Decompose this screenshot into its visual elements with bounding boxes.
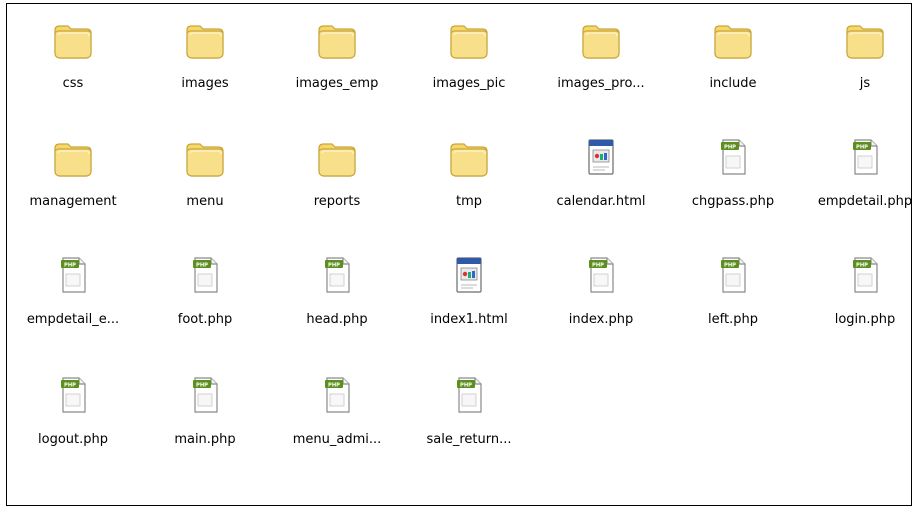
file-name-label: images <box>181 76 229 91</box>
file-name-label: chgpass.php <box>691 194 775 209</box>
file-item[interactable]: images <box>139 4 271 100</box>
php-file-icon: PHP <box>49 372 97 420</box>
file-name-label: login.php <box>834 312 896 327</box>
file-item[interactable]: PHP empdetail.php <box>799 122 912 218</box>
file-item[interactable]: PHP chgpass.php <box>667 122 799 218</box>
file-item[interactable]: images_pro... <box>535 4 667 100</box>
php-file-icon: PHP <box>709 134 757 182</box>
folder-icon <box>181 134 229 182</box>
file-name-label: images_pic <box>432 76 506 91</box>
php-file-icon: PHP <box>313 252 361 300</box>
folder-icon <box>709 16 757 64</box>
file-name-label: empdetail.php <box>817 194 912 209</box>
html-file-icon <box>577 134 625 182</box>
file-name-label: calendar.html <box>556 194 646 209</box>
file-item[interactable]: PHP head.php <box>271 240 403 336</box>
svg-text:PHP: PHP <box>724 262 736 268</box>
file-item[interactable]: js <box>799 4 911 100</box>
file-name-label: head.php <box>306 312 368 327</box>
file-name-label: menu <box>186 194 224 209</box>
file-name-label: images_pro... <box>557 76 645 91</box>
file-name-label: main.php <box>174 432 236 447</box>
file-item[interactable]: PHP main.php <box>139 360 271 456</box>
file-item[interactable]: index1.html <box>403 240 535 336</box>
svg-text:PHP: PHP <box>856 262 868 268</box>
file-name-label: foot.php <box>177 312 233 327</box>
file-name-label: index1.html <box>430 312 508 327</box>
php-file-icon: PHP <box>445 372 493 420</box>
svg-text:PHP: PHP <box>196 262 208 268</box>
php-file-icon: PHP <box>49 252 97 300</box>
file-name-label: management <box>29 194 117 209</box>
html-file-icon <box>445 252 493 300</box>
svg-text:PHP: PHP <box>64 382 76 388</box>
file-item[interactable]: PHP empdetail_e... <box>7 240 139 336</box>
file-name-label: css <box>62 76 84 91</box>
svg-text:PHP: PHP <box>460 382 472 388</box>
php-file-icon: PHP <box>181 372 229 420</box>
file-name-label: sale_return... <box>426 432 512 447</box>
file-browser-window: css images images_emp images_pic images_… <box>6 3 912 506</box>
php-file-icon: PHP <box>577 252 625 300</box>
svg-text:PHP: PHP <box>592 262 604 268</box>
file-item[interactable]: management <box>7 122 139 218</box>
svg-text:PHP: PHP <box>328 262 340 268</box>
php-file-icon: PHP <box>313 372 361 420</box>
file-item[interactable]: images_emp <box>271 4 403 100</box>
file-name-label: index.php <box>568 312 634 327</box>
php-file-icon: PHP <box>841 252 889 300</box>
file-item[interactable]: calendar.html <box>535 122 667 218</box>
php-file-icon: PHP <box>181 252 229 300</box>
file-name-label: include <box>709 76 757 91</box>
folder-icon <box>445 16 493 64</box>
file-name-label: left.php <box>708 312 758 327</box>
file-item[interactable]: include <box>667 4 799 100</box>
file-name-label: images_emp <box>295 76 379 91</box>
file-item[interactable]: menu <box>139 122 271 218</box>
file-name-label: menu_admi... <box>292 432 382 447</box>
folder-icon <box>841 16 889 64</box>
folder-icon <box>313 134 361 182</box>
file-item[interactable]: images_pic <box>403 4 535 100</box>
svg-text:PHP: PHP <box>64 262 76 268</box>
file-item[interactable]: PHP left.php <box>667 240 799 336</box>
file-name-label: logout.php <box>38 432 108 447</box>
php-file-icon: PHP <box>709 252 757 300</box>
folder-icon <box>577 16 625 64</box>
svg-text:PHP: PHP <box>724 144 736 150</box>
file-item[interactable]: tmp <box>403 122 535 218</box>
file-item[interactable]: PHP index.php <box>535 240 667 336</box>
file-item[interactable]: PHP sale_return... <box>403 360 535 456</box>
file-name-label: tmp <box>455 194 482 209</box>
folder-icon <box>445 134 493 182</box>
file-name-label: js <box>859 76 871 91</box>
folder-icon <box>49 134 97 182</box>
file-grid: css images images_emp images_pic images_… <box>7 4 911 505</box>
svg-text:PHP: PHP <box>328 382 340 388</box>
file-item[interactable]: PHP logout.php <box>7 360 139 456</box>
file-item[interactable]: PHP foot.php <box>139 240 271 336</box>
svg-text:PHP: PHP <box>856 144 868 150</box>
php-file-icon: PHP <box>841 134 889 182</box>
svg-text:PHP: PHP <box>196 382 208 388</box>
file-item[interactable]: PHP menu_admi... <box>271 360 403 456</box>
file-name-label: empdetail_e... <box>26 312 120 327</box>
file-name-label: reports <box>313 194 361 209</box>
folder-icon <box>181 16 229 64</box>
file-item[interactable]: PHP login.php <box>799 240 911 336</box>
file-item[interactable]: css <box>7 4 139 100</box>
file-item[interactable]: reports <box>271 122 403 218</box>
folder-icon <box>313 16 361 64</box>
folder-icon <box>49 16 97 64</box>
